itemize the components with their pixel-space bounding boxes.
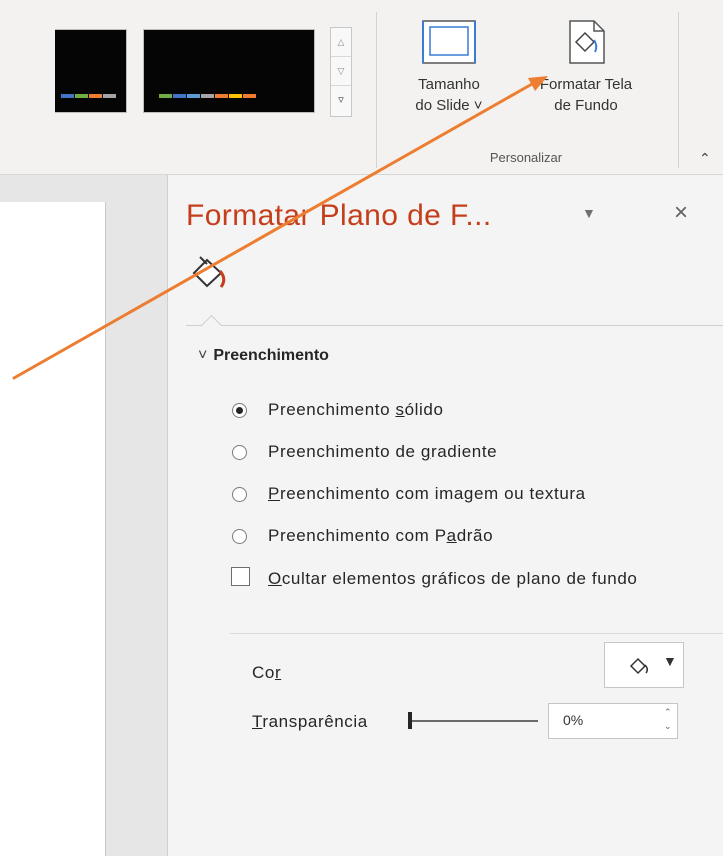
swatch: [215, 94, 228, 98]
ribbon-group-separator: [678, 12, 679, 168]
format-background-icon: [569, 20, 605, 64]
fill-color-button[interactable]: ▼: [604, 642, 684, 688]
slide-size-icon: [422, 20, 476, 64]
label-accelerator: P: [268, 484, 280, 503]
swatch: [89, 94, 102, 98]
label-part: Co: [252, 663, 275, 682]
swatch: [243, 94, 256, 98]
theme-color-swatches: [159, 94, 256, 98]
label-accelerator: s: [395, 400, 405, 419]
label-solid-fill[interactable]: Preenchimento sólido: [268, 400, 444, 420]
dropdown-arrow-icon: ▼: [663, 653, 677, 669]
paint-bucket-icon[interactable]: [190, 253, 228, 291]
transparency-spinner[interactable]: ⌃ ⌄: [664, 705, 672, 733]
label-part: drão: [456, 526, 494, 545]
label-part: ransparência: [262, 712, 368, 731]
swatch: [103, 94, 116, 98]
slide-size-label-line2: do Slide ˅: [415, 97, 483, 114]
theme-variant-thumbnail[interactable]: [55, 29, 127, 113]
tab-indicator: [200, 314, 223, 337]
label-part: reenchimento com imagem ou textura: [279, 484, 586, 503]
section-divider: [230, 633, 723, 634]
color-label: Cor: [252, 663, 281, 683]
slide-size-label-line1: Tamanho: [418, 76, 480, 93]
theme-color-swatches: [61, 94, 116, 98]
format-background-label-line1: Formatar Tela: [539, 76, 633, 93]
slide-size-button[interactable]: Tamanho do Slide ˅: [396, 18, 502, 116]
transparency-input[interactable]: 0%: [548, 703, 678, 739]
label-gradient-fill[interactable]: Preenchimento de gradiente: [268, 442, 497, 462]
ribbon-group-separator: [376, 12, 377, 168]
close-icon[interactable]: ×: [674, 199, 688, 227]
chevron-up-icon[interactable]: △: [331, 28, 351, 57]
transparency-label: Transparência: [252, 712, 368, 732]
swatch: [61, 94, 74, 98]
format-background-button[interactable]: Formatar Tela de Fundo: [512, 18, 660, 116]
label-part: Preenchimento com P: [268, 526, 447, 545]
gallery-scrollbar: △ ▽ ▿: [330, 27, 352, 117]
chevron-down-icon[interactable]: ▽: [331, 57, 351, 86]
label-picture-texture-fill[interactable]: Preenchimento com imagem ou textura: [268, 484, 680, 504]
label-part: ólido: [404, 400, 444, 419]
transparency-slider-track[interactable]: [410, 720, 538, 722]
ribbon: △ ▽ ▿ Tamanho do Slide ˅ Formatar Tela d…: [0, 0, 723, 175]
hide-background-graphics-checkbox[interactable]: [231, 567, 250, 586]
slide-canvas[interactable]: [0, 202, 106, 856]
label-accelerator: O: [268, 569, 282, 588]
label-accelerator: a: [446, 526, 457, 545]
hide-background-graphics-label[interactable]: Ocultar elementos gráficos de plano de f…: [268, 567, 680, 591]
gallery-more-icon[interactable]: ▿: [331, 86, 351, 115]
radio-picture-texture-fill[interactable]: [232, 487, 247, 502]
label-pattern-fill[interactable]: Preenchimento com Padrão: [268, 526, 493, 546]
format-background-pane: Formatar Plano de F... ▼ × ˅ Preenchiment…: [167, 175, 723, 856]
label-part: cultar elementos gráficos de plano de fu…: [281, 569, 638, 588]
label-part: Preenchimento: [268, 400, 396, 419]
swatch: [229, 94, 242, 98]
label-part: radiente: [430, 442, 498, 461]
swatch: [75, 94, 88, 98]
radio-pattern-fill[interactable]: [232, 529, 247, 544]
transparency-slider-thumb[interactable]: [408, 712, 412, 729]
swatch: [187, 94, 200, 98]
paint-bucket-icon: [629, 657, 649, 675]
label-accelerator: g: [420, 442, 431, 461]
dropdown-arrow-icon[interactable]: ▼: [582, 205, 596, 221]
label-accelerator: r: [274, 663, 282, 682]
swatch: [201, 94, 214, 98]
collapse-ribbon-icon[interactable]: ⌃: [699, 150, 711, 167]
theme-variant-thumbnail[interactable]: [143, 29, 315, 113]
pane-title: Formatar Plano de F...: [186, 199, 492, 232]
label-part: Preenchimento de: [268, 442, 421, 461]
swatch: [159, 94, 172, 98]
format-background-label-line2: de Fundo: [554, 97, 618, 114]
fill-section-header[interactable]: ˅ Preenchimento: [198, 347, 329, 365]
tab-divider: [186, 325, 723, 326]
slide-editing-area: [0, 175, 167, 856]
radio-gradient-fill[interactable]: [232, 445, 247, 460]
fill-section-title: Preenchimento: [213, 347, 329, 364]
ribbon-group-label: Personalizar: [489, 150, 563, 165]
chevron-down-icon: ˅: [198, 347, 208, 364]
swatch: [173, 94, 186, 98]
label-accelerator: T: [252, 712, 263, 731]
radio-solid-fill[interactable]: [232, 403, 247, 418]
